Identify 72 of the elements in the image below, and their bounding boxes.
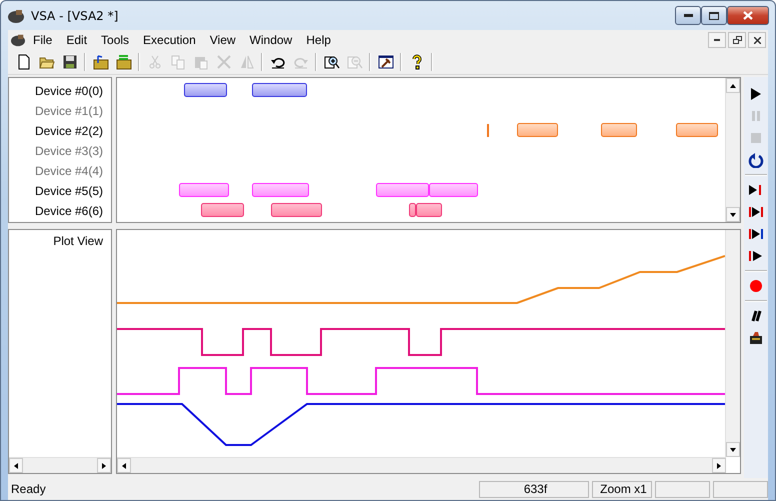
- down-arrow-icon: [729, 210, 737, 218]
- device-name[interactable]: Device #3(3): [9, 141, 111, 161]
- reload-icon: [748, 152, 764, 168]
- zoom-out-icon: [346, 54, 362, 70]
- status-text: Zoom x1: [592, 480, 652, 498]
- up-arrow-icon: [729, 82, 737, 90]
- paste-icon: [192, 54, 208, 70]
- plot-view-label: Plot View: [52, 233, 104, 248]
- menu-item[interactable]: Help: [299, 31, 338, 49]
- music-folder-icon: [92, 54, 108, 70]
- status-pane: [713, 480, 768, 498]
- stacked-folder-icon: [116, 54, 132, 70]
- app-logo-icon: [10, 33, 26, 47]
- status-text: Ready: [10, 481, 47, 498]
- device-name[interactable]: Device #5(5): [9, 181, 111, 201]
- horizontal-scrollbar[interactable]: [9, 457, 111, 473]
- horizontal-scrollbar[interactable]: [117, 457, 726, 473]
- menu-item[interactable]: File: [26, 31, 60, 49]
- left-arrow-icon: [12, 462, 20, 470]
- step-between-bars-icon: [748, 204, 764, 220]
- status-pane: [655, 480, 710, 498]
- vertical-scrollbar[interactable]: [725, 78, 740, 222]
- menu-item[interactable]: Window: [242, 31, 300, 49]
- right-arrow-icon: [100, 462, 108, 470]
- maximize-button[interactable]: [701, 6, 727, 25]
- play-from-start-icon: [748, 248, 764, 264]
- close-icon: [743, 11, 753, 20]
- device-name[interactable]: Device #4(4): [9, 161, 111, 181]
- close-icon: [754, 36, 760, 44]
- scroll-left-button[interactable]: [9, 458, 23, 473]
- copy-icon: [170, 54, 186, 70]
- menu-item[interactable]: Execution: [136, 31, 203, 49]
- status-text: 633f: [479, 480, 589, 498]
- stop-icon: [748, 130, 764, 146]
- hammer-window-icon: [378, 54, 394, 70]
- minimize-button[interactable]: [675, 6, 701, 25]
- mirror-icon: [238, 54, 254, 70]
- menu-item[interactable]: View: [202, 31, 243, 49]
- left-arrow-icon: [120, 462, 128, 470]
- app-logo-icon: [7, 8, 25, 24]
- menu-item[interactable]: Tools: [94, 31, 136, 49]
- close-button[interactable]: [727, 6, 769, 25]
- scroll-down-button[interactable]: [726, 207, 740, 222]
- device-name[interactable]: Device #1(1): [9, 101, 111, 121]
- scroll-right-button[interactable]: [97, 458, 111, 473]
- scroll-down-button[interactable]: [726, 442, 740, 457]
- scissors-icon: [146, 54, 162, 70]
- minimize-icon: [714, 39, 720, 41]
- scroll-up-button[interactable]: [726, 78, 740, 93]
- minimize-button[interactable]: [708, 32, 726, 48]
- down-arrow-icon: [729, 446, 737, 454]
- delete-x-icon: [216, 54, 232, 70]
- menu-item[interactable]: Edit: [59, 31, 94, 49]
- toolbox-icon: [748, 330, 764, 346]
- document-icon: [16, 54, 32, 70]
- restore-button[interactable]: [728, 32, 746, 48]
- device-name[interactable]: Device #2(2): [9, 121, 111, 141]
- minimize-icon: [684, 14, 692, 17]
- device-name[interactable]: Device #0(0): [9, 81, 111, 101]
- maximize-icon: [709, 12, 719, 20]
- zoom-in-icon: [324, 54, 340, 70]
- play-to-end-icon: [748, 182, 764, 198]
- right-arrow-icon: [715, 462, 723, 470]
- record-icon: [748, 278, 764, 294]
- close-button[interactable]: [748, 32, 766, 48]
- step-to-marker-icon: [748, 226, 764, 242]
- scroll-right-button[interactable]: [712, 458, 726, 473]
- window-title: VSA - [VSA2 *]: [31, 8, 120, 22]
- scroll-left-button[interactable]: [117, 458, 131, 473]
- restore-icon: [732, 36, 742, 44]
- vertical-scrollbar[interactable]: [725, 230, 740, 457]
- device-name[interactable]: Device #6(6): [9, 201, 111, 221]
